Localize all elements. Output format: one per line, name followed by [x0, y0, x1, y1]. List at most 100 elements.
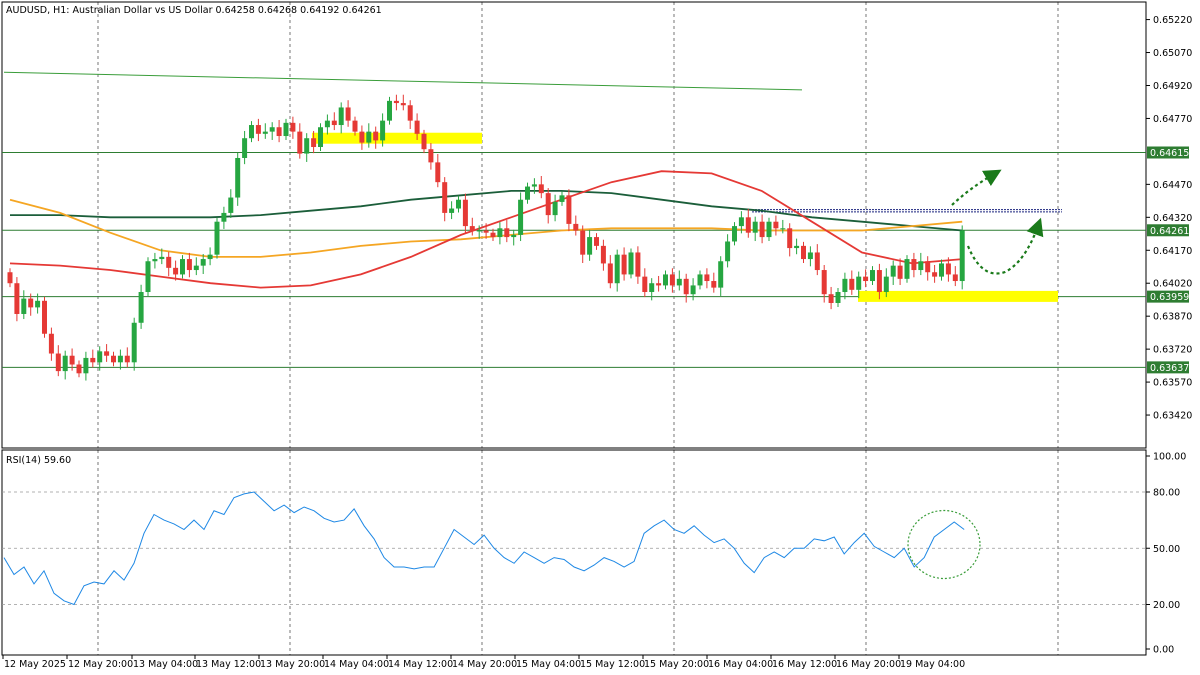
- candle-body: [959, 230, 965, 282]
- candle-body: [952, 274, 958, 282]
- candle-body: [393, 100, 399, 104]
- highlight-zone: [312, 132, 482, 144]
- candle-body: [476, 230, 482, 232]
- candle-body: [828, 294, 834, 303]
- candle-body: [35, 300, 41, 308]
- candle-body: [255, 125, 261, 134]
- candle-body: [249, 125, 254, 139]
- candle-body: [166, 256, 172, 268]
- price-tick-label: 0.65070: [1153, 48, 1192, 59]
- candle-body: [876, 270, 882, 293]
- candle-body: [235, 157, 241, 198]
- candle-body: [704, 274, 710, 282]
- candle-body: [483, 230, 489, 233]
- candle-body: [897, 265, 903, 279]
- candle-body: [752, 221, 758, 233]
- candle-body: [97, 351, 103, 363]
- time-tick-label: 16 May 20:00: [836, 659, 901, 670]
- time-tick-label: 12 May 2025: [4, 659, 66, 670]
- candle-body: [711, 281, 717, 288]
- candle-body: [62, 355, 68, 372]
- candle-body: [890, 265, 896, 277]
- price-tick-label: 0.65220: [1153, 15, 1192, 26]
- candle-body: [269, 127, 275, 132]
- candle-body: [435, 162, 441, 183]
- rsi-tick-label: 80.00: [1153, 488, 1180, 499]
- candle-body: [428, 149, 434, 163]
- candle-body: [414, 120, 420, 134]
- candle-body: [42, 300, 47, 334]
- candle-body: [180, 259, 185, 275]
- candle-body: [669, 274, 675, 286]
- candle-body: [117, 355, 123, 363]
- candle-body: [656, 283, 662, 286]
- time-tick-label: 15 May 12:00: [580, 659, 645, 670]
- candle-body: [573, 223, 579, 231]
- price-level-label: 0.64615: [1150, 148, 1189, 159]
- highlight-zone: [858, 290, 1058, 302]
- candle-body: [442, 182, 448, 213]
- candle-body: [311, 138, 317, 148]
- time-tick-label: 14 May 12:00: [388, 659, 453, 670]
- candle-body: [131, 322, 137, 363]
- candle-body: [518, 199, 524, 235]
- candle-body: [69, 355, 75, 365]
- candle-body: [276, 127, 282, 137]
- price-tick-label: 0.64320: [1153, 213, 1192, 224]
- rsi-tick-label: 0.00: [1153, 645, 1174, 656]
- candle-body: [449, 208, 455, 213]
- time-tick-label: 12 May 20:00: [68, 659, 133, 670]
- candle-body: [911, 259, 917, 271]
- rsi-label: RSI(14) 59.60: [6, 455, 71, 466]
- candle-body: [918, 261, 924, 271]
- candle-body: [697, 274, 703, 286]
- candle-body: [663, 274, 668, 286]
- price-tick-label: 0.63870: [1153, 312, 1192, 323]
- candle-body: [7, 272, 13, 284]
- candle-body: [124, 355, 130, 363]
- chart-background: [0, 0, 1200, 675]
- candle-body: [138, 292, 144, 323]
- time-tick-label: 13 May 04:00: [133, 659, 198, 670]
- candle-body: [649, 283, 655, 293]
- price-level-label: 0.64261: [1150, 226, 1189, 237]
- candle-body: [580, 230, 586, 255]
- candle-body: [290, 122, 296, 132]
- candle-body: [111, 355, 116, 363]
- time-tick-label: 15 May 04:00: [516, 659, 581, 670]
- candle-body: [856, 276, 862, 290]
- candle-body: [490, 232, 496, 238]
- chart-header: AUDUSD, H1: Australian Dollar vs US Doll…: [6, 5, 382, 16]
- candle-body: [676, 278, 682, 286]
- rsi-tick-label: 50.00: [1153, 544, 1180, 555]
- price-tick-label: 0.64170: [1153, 246, 1192, 257]
- candle-body: [221, 212, 227, 222]
- candle-body: [48, 333, 54, 354]
- candle-body: [400, 103, 406, 106]
- candle-body: [228, 197, 234, 213]
- rsi-tick-label: 100.00: [1153, 452, 1186, 463]
- candle-body: [469, 226, 475, 231]
- candle-body: [566, 195, 572, 224]
- time-tick-label: 16 May 12:00: [772, 659, 837, 670]
- candle-body: [511, 234, 517, 238]
- candle-body: [193, 265, 199, 271]
- candle-body: [614, 254, 620, 284]
- candle-body: [462, 199, 468, 227]
- description-label: Australian Dollar vs US Dollar: [73, 5, 213, 16]
- candle-body: [607, 263, 613, 284]
- candle-body: [718, 261, 724, 288]
- candle-body: [152, 259, 158, 262]
- candle-body: [904, 259, 910, 279]
- candle-body: [683, 278, 689, 295]
- candle-body: [773, 221, 779, 229]
- candle-body: [883, 276, 889, 293]
- candle-body: [835, 292, 841, 303]
- candle-body: [352, 120, 358, 132]
- candle-body: [242, 138, 248, 158]
- time-tick-label: 13 May 20:00: [260, 659, 325, 670]
- candle-body: [200, 259, 206, 266]
- candle-body: [262, 131, 268, 134]
- candle-body: [76, 364, 82, 374]
- candle-body: [814, 252, 820, 271]
